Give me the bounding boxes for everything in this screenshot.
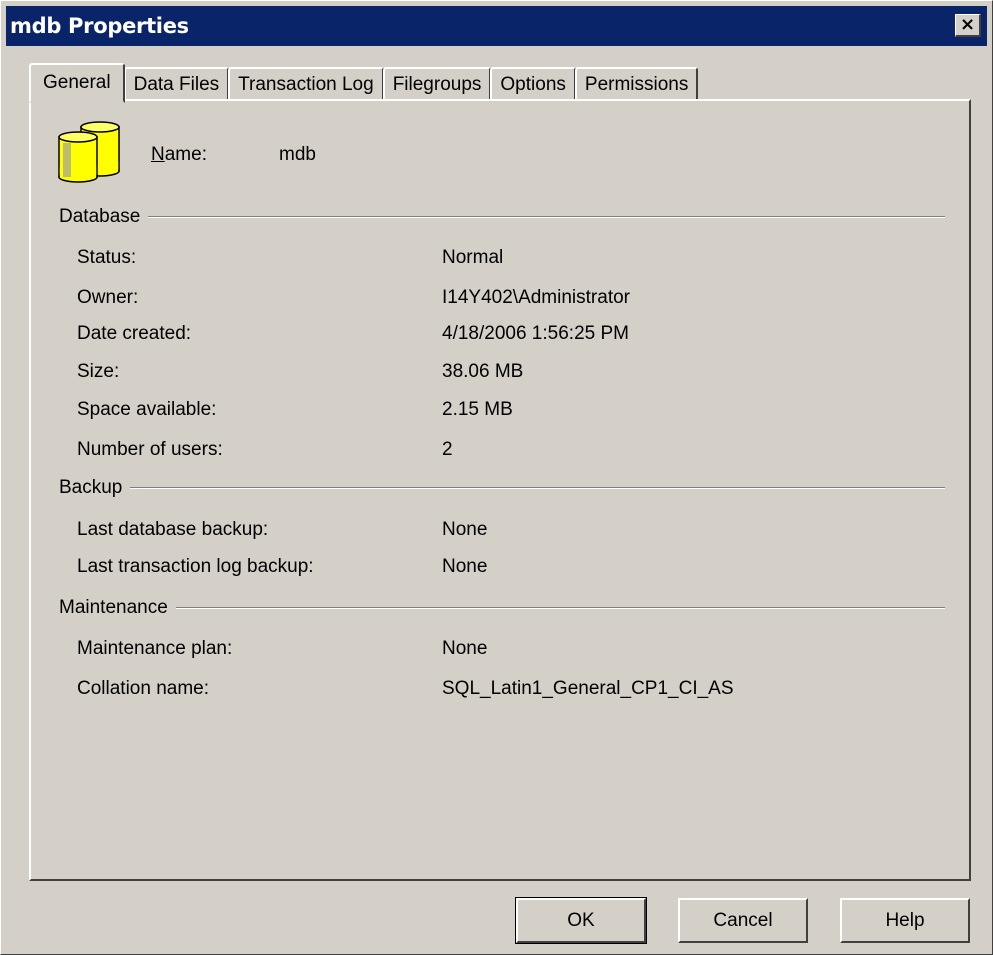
size-label: Size: bbox=[77, 361, 120, 382]
maintenance-group-header: Maintenance bbox=[59, 597, 945, 619]
tab-data-files[interactable]: Data Files bbox=[123, 67, 230, 101]
size-value: 38.06 MB bbox=[442, 361, 524, 382]
space-available-label: Space available: bbox=[77, 399, 217, 420]
owner-value: I14Y402\Administrator bbox=[442, 287, 630, 308]
space-available-value: 2.15 MB bbox=[442, 399, 513, 420]
collation-name-label: Collation name: bbox=[77, 678, 210, 699]
database-group-header: Database bbox=[59, 206, 945, 228]
last-log-backup-value: None bbox=[442, 556, 488, 577]
collation-name-value: SQL_Latin1_General_CP1_CI_AS bbox=[442, 678, 734, 699]
tab-options[interactable]: Options bbox=[490, 67, 576, 101]
close-icon: × bbox=[959, 14, 976, 35]
window-title: mdb Properties bbox=[10, 14, 189, 38]
title-bar[interactable]: mdb Properties × bbox=[6, 6, 987, 46]
last-log-backup-label: Last transaction log backup: bbox=[77, 556, 314, 577]
ok-button[interactable]: OK bbox=[515, 897, 647, 944]
tab-filegroups[interactable]: Filegroups bbox=[382, 67, 492, 101]
number-of-users-value: 2 bbox=[442, 439, 453, 460]
tab-permissions[interactable]: Permissions bbox=[574, 67, 699, 101]
close-button[interactable]: × bbox=[955, 14, 981, 37]
tab-general[interactable]: General bbox=[29, 63, 125, 103]
date-created-label: Date created: bbox=[77, 323, 192, 344]
maintenance-plan-value: None bbox=[442, 638, 488, 659]
backup-group-header: Backup bbox=[59, 477, 945, 499]
properties-dialog: mdb Properties × General Data Files Tran… bbox=[0, 0, 993, 955]
help-button[interactable]: Help bbox=[840, 898, 970, 943]
maintenance-plan-label: Maintenance plan: bbox=[77, 638, 233, 659]
status-value: Normal bbox=[442, 247, 504, 268]
owner-label: Owner: bbox=[77, 287, 139, 308]
last-database-backup-label: Last database backup: bbox=[77, 519, 269, 540]
status-label: Status: bbox=[77, 247, 137, 268]
name-value: mdb bbox=[279, 144, 316, 165]
tab-strip: General Data Files Transaction Log Fileg… bbox=[29, 61, 699, 103]
cancel-button[interactable]: Cancel bbox=[678, 898, 808, 943]
name-label: Name: bbox=[151, 144, 207, 165]
date-created-value: 4/18/2006 1:56:25 PM bbox=[442, 323, 629, 344]
tab-transaction-log[interactable]: Transaction Log bbox=[228, 67, 384, 101]
last-database-backup-value: None bbox=[442, 519, 488, 540]
number-of-users-label: Number of users: bbox=[77, 439, 223, 460]
database-icon bbox=[58, 121, 120, 183]
